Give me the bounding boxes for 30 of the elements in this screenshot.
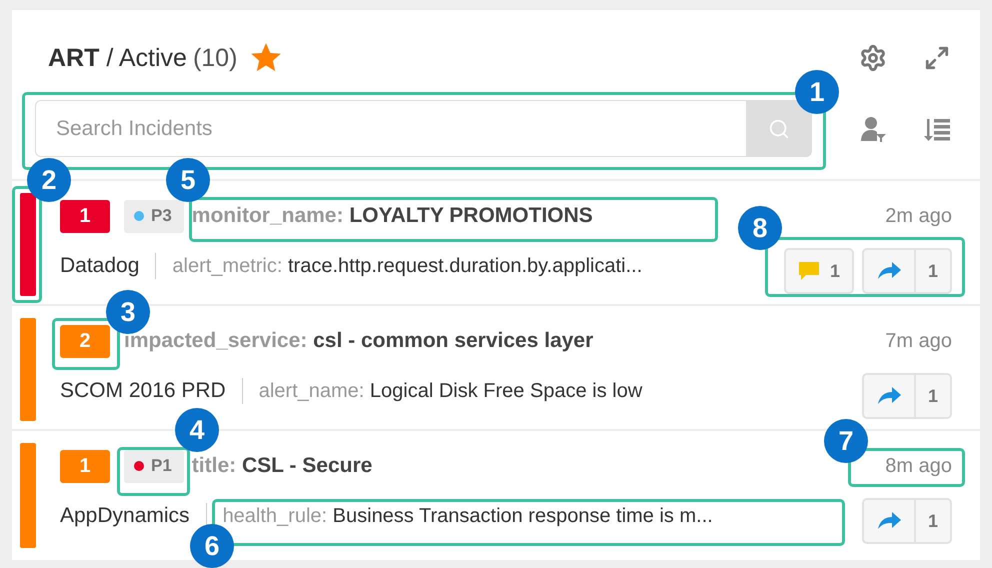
search-icon bbox=[768, 118, 790, 140]
share-button[interactable]: 1 bbox=[862, 248, 952, 294]
severity-badge: 1 bbox=[60, 200, 110, 232]
severity-badge: 1 bbox=[60, 450, 110, 482]
priority-tag: P1 bbox=[124, 450, 184, 482]
incident-time: 2m ago bbox=[885, 204, 952, 229]
settings-icon[interactable] bbox=[858, 43, 888, 73]
comments-button[interactable]: 1 bbox=[784, 248, 854, 294]
share-button[interactable]: 1 bbox=[862, 373, 952, 419]
search-button[interactable] bbox=[746, 100, 812, 157]
share-button[interactable]: 1 bbox=[862, 498, 952, 544]
incident-detail: alert_name: Logical Disk Free Space is low bbox=[258, 380, 642, 402]
page-title: ART / Active bbox=[48, 44, 187, 72]
search-field[interactable]: Search Incidents bbox=[35, 100, 746, 157]
incident-source: Datadog bbox=[60, 254, 140, 278]
incident-detail: alert_metric: trace.http.request.duration.by.applicati... bbox=[172, 254, 642, 278]
incident-source: SCOM 2016 PRD bbox=[60, 379, 226, 403]
incident-count: (10) bbox=[192, 44, 238, 72]
share-icon bbox=[876, 261, 902, 281]
comment-icon bbox=[798, 261, 820, 281]
share-icon bbox=[876, 511, 902, 531]
incident-time: 7m ago bbox=[885, 329, 952, 354]
incident-title[interactable]: title: CSL - Secure bbox=[192, 454, 372, 478]
incident-source: AppDynamics bbox=[60, 504, 190, 528]
severity-badge: 2 bbox=[60, 324, 110, 358]
priority-tag: P3 bbox=[124, 200, 184, 232]
incident-title[interactable]: monitor_name: LOYALTY PROMOTIONS bbox=[192, 204, 593, 228]
share-icon bbox=[876, 386, 902, 406]
star-icon[interactable] bbox=[251, 43, 282, 73]
incident-time: 8m ago bbox=[885, 454, 952, 479]
